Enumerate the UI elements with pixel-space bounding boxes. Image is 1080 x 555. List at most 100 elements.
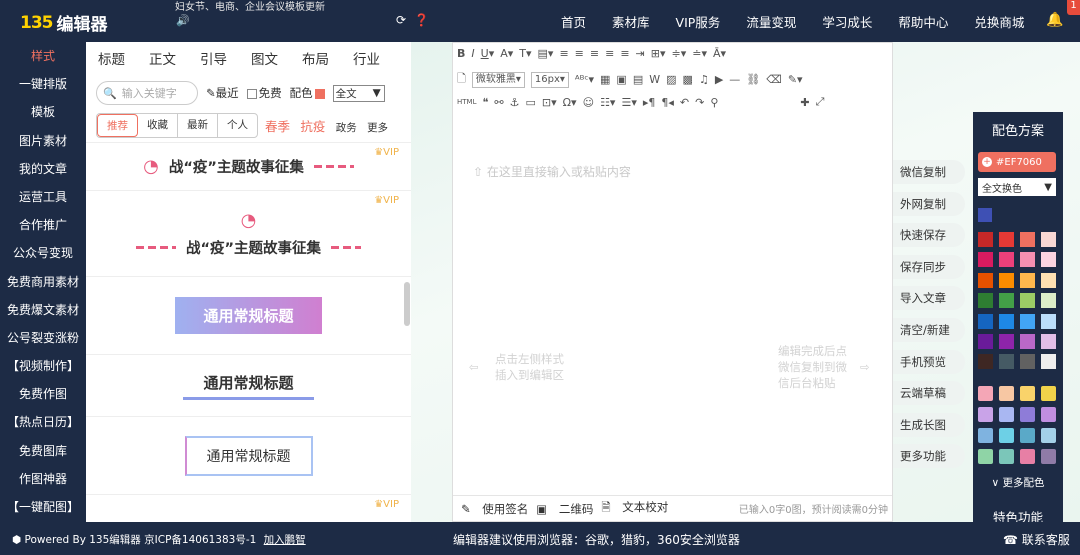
long-image-button[interactable]: 生成长图 [893, 412, 965, 437]
zoom-icon[interactable]: ⚲ [710, 96, 718, 109]
tab-image-text[interactable]: 图文 [251, 48, 278, 68]
gallery-icon[interactable]: ▩ [683, 73, 693, 86]
color-swatch[interactable] [1020, 293, 1035, 309]
style-card[interactable]: 通用常规标题 [86, 355, 411, 417]
font-size-select[interactable]: 16px▾ [530, 71, 569, 88]
sidebar-item-free-commercial[interactable]: 免费商用素材 [0, 268, 86, 296]
sidebar-item-promotion[interactable]: 合作推广 [0, 211, 86, 239]
announcement-marquee[interactable]: 妇女节、电商、企业会议模板更新 [175, 0, 325, 13]
link-icon[interactable]: ⛓ [746, 73, 760, 86]
font-family-select[interactable]: 微软雅黑▾ [471, 71, 525, 88]
omega-icon[interactable]: Ω▾ [563, 96, 577, 109]
icp-number[interactable]: 京ICP备14061383号-1 [144, 534, 256, 546]
recent-toggle[interactable]: ✎最近 [206, 85, 239, 101]
save-sync-button[interactable]: 保存同步 [893, 254, 965, 279]
color-swatch[interactable] [1020, 272, 1035, 288]
color-swatch[interactable] [978, 449, 993, 464]
color-swatch[interactable] [978, 252, 993, 268]
color-swatch[interactable] [999, 428, 1014, 443]
tab-body[interactable]: 正文 [149, 48, 176, 68]
color-swatch[interactable] [1020, 354, 1035, 370]
fullscreen-icon[interactable]: ⤢ [816, 95, 825, 109]
color-swatch[interactable] [978, 313, 993, 329]
quote-icon[interactable]: ❝ [482, 96, 488, 109]
list-ordered-icon[interactable]: ☷▾ [600, 96, 615, 109]
import-article-button[interactable]: 导入文章 [893, 286, 965, 311]
color-hex-input[interactable]: + #EF7060 [978, 152, 1056, 172]
nav-learn[interactable]: 学习成长 [822, 12, 872, 31]
scope-select[interactable]: 全文 ▼ [332, 84, 385, 102]
signature-button[interactable]: ✎ 使用签名 [461, 501, 528, 517]
sidebar-item-calendar[interactable]: 【热点日历】 [0, 408, 86, 436]
color-swatch[interactable] [999, 449, 1014, 464]
color-swatch[interactable] [999, 252, 1014, 268]
color-swatch[interactable] [978, 293, 993, 309]
style-card[interactable]: ♛VIP [86, 495, 411, 522]
sidebar-item-styles[interactable]: 样式 [0, 42, 86, 70]
spacing-icon[interactable]: ⊞▾ [651, 47, 666, 60]
insert-icon[interactable]: ⊡▾ [542, 96, 557, 109]
photo-icon[interactable]: ▨ [666, 73, 676, 86]
indent-icon[interactable]: ⇥ [636, 47, 645, 60]
tab-industry[interactable]: 行业 [353, 48, 380, 68]
justify-icon[interactable]: ≡ [605, 47, 614, 60]
unlink-icon[interactable]: ⚯ [494, 96, 503, 109]
color-swatch[interactable] [978, 407, 993, 422]
filter-spring[interactable]: 春季 [265, 119, 290, 134]
wechat-icon[interactable]: W [649, 73, 660, 86]
style-card[interactable]: ♛VIP ◔ 战“疫”主题故事征集 [86, 191, 411, 277]
emoji-icon[interactable]: ☺ [583, 96, 594, 109]
color-swatch[interactable] [978, 428, 993, 443]
filter-favorites[interactable]: 收藏 [138, 114, 178, 137]
filter-antiepidemic[interactable]: 抗疫 [300, 119, 325, 134]
scrollbar[interactable] [404, 282, 410, 326]
color-swatch[interactable] [999, 354, 1014, 370]
current-color-swatch[interactable] [978, 208, 992, 222]
color-swatch[interactable] [1041, 313, 1056, 329]
case-icon[interactable]: ᴬᴮᶜ▾ [575, 73, 594, 86]
sidebar-item-templates[interactable]: 模板 [0, 98, 86, 126]
nav-help[interactable]: 帮助中心 [898, 12, 948, 31]
join-link[interactable]: 加入鹏智 [264, 534, 306, 546]
color-swatch[interactable] [1020, 407, 1035, 422]
contact-button[interactable]: ☎ 联系客服 [1003, 531, 1070, 548]
list-bullet-icon[interactable]: ☰▾ [621, 96, 636, 109]
color-swatch[interactable] [1041, 428, 1056, 443]
eraser-icon[interactable]: ⌫ [766, 73, 782, 86]
filter-government[interactable]: 政务 [336, 122, 357, 134]
italic-icon[interactable]: I [471, 47, 474, 60]
color-swatch[interactable] [999, 333, 1014, 349]
sidebar-item-auto-image[interactable]: 【一键配图】 [0, 493, 86, 521]
color-swatch[interactable] [1041, 272, 1056, 288]
justify-all-icon[interactable]: ≡ [620, 47, 629, 60]
hr-icon[interactable]: — [729, 73, 740, 86]
para-spacing-icon[interactable]: ≐▾ [692, 47, 707, 60]
nav-materials[interactable]: 素材库 [612, 12, 650, 31]
clear-new-button[interactable]: 清空/新建 [893, 317, 965, 342]
color-swatch[interactable] [1020, 428, 1035, 443]
nav-shop[interactable]: 兑换商城 [974, 12, 1024, 31]
sidebar-item-images[interactable]: 图片素材 [0, 127, 86, 155]
logo[interactable]: 135 编辑器 [20, 10, 108, 36]
color-swatch[interactable] [1020, 333, 1035, 349]
color-swatch[interactable] [1041, 407, 1056, 422]
color-swatch[interactable] [1041, 293, 1056, 309]
mobile-preview-button[interactable]: 手机预览 [893, 349, 965, 374]
filter-more[interactable]: 更多 [367, 122, 388, 134]
line-height-icon[interactable]: ≑▾ [672, 47, 687, 60]
bell-icon[interactable]: 🔔 [1046, 12, 1063, 28]
color-swatch[interactable] [1041, 333, 1056, 349]
bold-icon[interactable]: B [457, 47, 465, 60]
color-swatch[interactable] [999, 272, 1014, 288]
sidebar-item-video[interactable]: 【视频制作】 [0, 352, 86, 380]
color-swatch[interactable] [999, 313, 1014, 329]
image-icon[interactable]: ▣ [616, 73, 626, 86]
color-swatch[interactable] [1041, 354, 1056, 370]
move-icon[interactable]: ✚ [800, 96, 809, 109]
color-swatch[interactable] [999, 232, 1014, 247]
search-input[interactable]: 🔍 输入关键字 [96, 81, 198, 105]
color-swatch[interactable] [978, 354, 993, 370]
color-swatch[interactable] [1041, 449, 1056, 464]
refresh-icon[interactable]: ⟳ [396, 13, 406, 27]
color-swatch[interactable] [978, 333, 993, 349]
